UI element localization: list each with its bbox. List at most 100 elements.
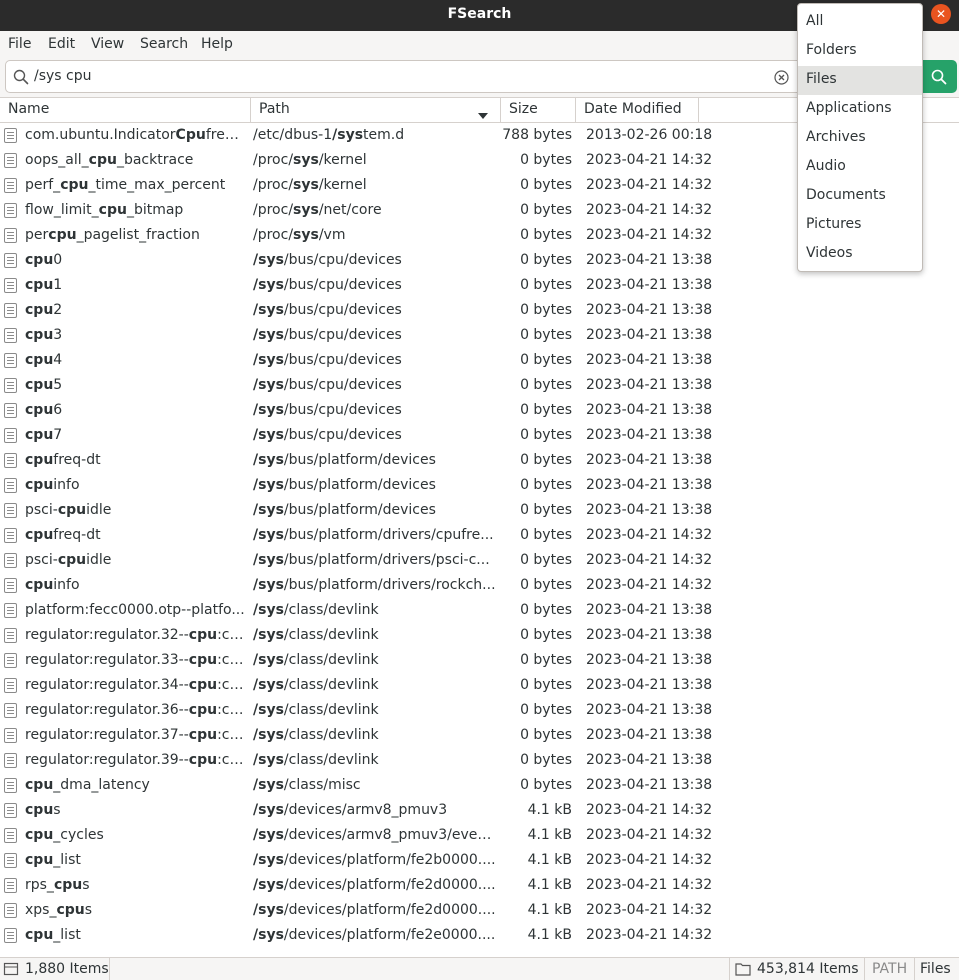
table-row[interactable]: cpu6/sys/bus/cpu/devices 0 bytes 2023-04-2… bbox=[0, 398, 959, 423]
table-row[interactable]: cpu_cycles/sys/devices/armv8_pmuv3/event… bbox=[0, 823, 959, 848]
file-icon bbox=[4, 803, 17, 818]
menu-search[interactable]: Search bbox=[140, 36, 188, 52]
cell-size: 0 bytes bbox=[520, 677, 572, 693]
search-input[interactable]: /sys cpu bbox=[5, 60, 802, 93]
filter-option-audio[interactable]: Audio bbox=[798, 153, 922, 182]
table-row[interactable]: regulator:regulator.34--cpu:cpu0/sys/cla… bbox=[0, 673, 959, 698]
cell-date-modified: 2023-04-21 14:32 bbox=[586, 827, 713, 843]
file-icon bbox=[4, 278, 17, 293]
cell-path: /proc/sys/kernel bbox=[253, 177, 367, 193]
file-icon bbox=[4, 328, 17, 343]
status-separator bbox=[864, 958, 865, 980]
cell-size: 0 bytes bbox=[520, 327, 572, 343]
menu-file[interactable]: File bbox=[8, 36, 31, 52]
table-row[interactable]: cpu3/sys/bus/cpu/devices 0 bytes 2023-04-2… bbox=[0, 323, 959, 348]
cell-name: cpufreq-dt bbox=[25, 527, 101, 543]
filter-option-archives[interactable]: Archives bbox=[798, 124, 922, 153]
cell-name: platform:fecc0000.otp--platfo... bbox=[25, 602, 245, 618]
table-row[interactable]: xps_cpus/sys/devices/platform/fe2d0000..… bbox=[0, 898, 959, 923]
cell-size: 0 bytes bbox=[520, 602, 572, 618]
cell-path: /sys/bus/cpu/devices bbox=[253, 427, 402, 443]
table-row[interactable]: cpu_list/sys/devices/platform/fe2b0000..… bbox=[0, 848, 959, 873]
table-row[interactable]: cpuinfo/sys/bus/platform/devices 0 bytes 2… bbox=[0, 473, 959, 498]
cell-name: oops_all_cpu_backtrace bbox=[25, 152, 194, 168]
cell-name: cpus bbox=[25, 802, 61, 818]
file-icon bbox=[4, 653, 17, 668]
cell-size: 4.1 kB bbox=[527, 852, 572, 868]
filter-option-pictures[interactable]: Pictures bbox=[798, 211, 922, 240]
cell-date-modified: 2023-04-21 13:38 bbox=[586, 452, 713, 468]
cell-path: /etc/dbus-1/system.d bbox=[253, 127, 405, 143]
cell-path: /sys/bus/cpu/devices bbox=[253, 402, 402, 418]
close-window-button[interactable]: ✕ bbox=[931, 4, 951, 24]
table-row[interactable]: platform:fecc0000.otp--platfo... /sys/cla… bbox=[0, 598, 959, 623]
cell-date-modified: 2023-04-21 13:38 bbox=[586, 477, 713, 493]
file-icon bbox=[4, 678, 17, 693]
cell-date-modified: 2023-04-21 13:38 bbox=[586, 352, 713, 368]
table-row[interactable]: cpu_list/sys/devices/platform/fe2e0000..… bbox=[0, 923, 959, 948]
cell-name: regulator:regulator.37--cpu:cpu4 bbox=[25, 727, 245, 743]
file-icon bbox=[4, 303, 17, 318]
table-row[interactable]: cpu7/sys/bus/cpu/devices 0 bytes 2023-04-2… bbox=[0, 423, 959, 448]
cell-name: cpu6 bbox=[25, 402, 63, 418]
column-name[interactable]: Name bbox=[0, 98, 251, 123]
cell-size: 0 bytes bbox=[520, 152, 572, 168]
table-row[interactable]: cpufreq-dt/sys/bus/platform/drivers/cpuf… bbox=[0, 523, 959, 548]
cell-path: /proc/sys/vm bbox=[253, 227, 346, 243]
clear-search-icon[interactable] bbox=[774, 70, 789, 89]
cell-date-modified: 2023-04-21 13:38 bbox=[586, 777, 713, 793]
cell-name: cpu_list bbox=[25, 927, 81, 943]
filter-option-folders[interactable]: Folders bbox=[798, 37, 922, 66]
cell-path: /sys/devices/platform/fe2d0000.... bbox=[253, 877, 496, 893]
table-row[interactable]: cpu4/sys/bus/cpu/devices 0 bytes 2023-04-2… bbox=[0, 348, 959, 373]
search-query[interactable]: /sys cpu bbox=[34, 68, 92, 84]
file-icon bbox=[4, 178, 17, 193]
table-row[interactable]: cpu5/sys/bus/cpu/devices 0 bytes 2023-04-2… bbox=[0, 373, 959, 398]
cell-path: /sys/class/devlink bbox=[253, 602, 379, 618]
cell-date-modified: 2023-04-21 14:32 bbox=[586, 202, 713, 218]
column-date-modified[interactable]: Date Modified bbox=[576, 98, 699, 123]
cell-size: 4.1 kB bbox=[527, 927, 572, 943]
table-row[interactable]: psci-cpuidle/sys/bus/platform/drivers/ps… bbox=[0, 548, 959, 573]
cell-path: /sys/class/devlink bbox=[253, 702, 379, 718]
file-icon bbox=[4, 628, 17, 643]
column-size[interactable]: Size bbox=[501, 98, 576, 123]
menu-edit[interactable]: Edit bbox=[48, 36, 75, 52]
table-row[interactable]: cpus/sys/devices/armv8_pmuv3 4.1 kB 2023-0… bbox=[0, 798, 959, 823]
cell-size: 0 bytes bbox=[520, 702, 572, 718]
cell-path: /sys/bus/cpu/devices bbox=[253, 252, 402, 268]
cell-path: /sys/class/devlink bbox=[253, 752, 379, 768]
filter-option-files[interactable]: Files bbox=[798, 66, 922, 95]
status-separator bbox=[729, 958, 730, 980]
table-row[interactable]: cpuinfo/sys/bus/platform/drivers/rockch.… bbox=[0, 573, 959, 598]
cell-date-modified: 2023-04-21 13:38 bbox=[586, 377, 713, 393]
column-path[interactable]: Path bbox=[251, 98, 501, 123]
filter-option-documents[interactable]: Documents bbox=[798, 182, 922, 211]
table-row[interactable]: rps_cpus/sys/devices/platform/fe2d0000..… bbox=[0, 873, 959, 898]
cell-date-modified: 2023-04-21 14:32 bbox=[586, 877, 713, 893]
cell-date-modified: 2023-04-21 13:38 bbox=[586, 677, 713, 693]
cell-name: cpu0 bbox=[25, 252, 63, 268]
table-row[interactable]: cpu1/sys/bus/cpu/devices 0 bytes 2023-04-2… bbox=[0, 273, 959, 298]
table-row[interactable]: psci-cpuidle/sys/bus/platform/devices 0 b… bbox=[0, 498, 959, 523]
filter-option-applications[interactable]: Applications bbox=[798, 95, 922, 124]
status-separator bbox=[914, 958, 915, 980]
table-row[interactable]: regulator:regulator.37--cpu:cpu4/sys/cla… bbox=[0, 723, 959, 748]
table-row[interactable]: regulator:regulator.39--cpu:cpu0/sys/cla… bbox=[0, 748, 959, 773]
cell-date-modified: 2023-04-21 14:32 bbox=[586, 902, 713, 918]
cell-name: rps_cpus bbox=[25, 877, 90, 893]
table-row[interactable]: regulator:regulator.36--cpu:cpu6/sys/cla… bbox=[0, 698, 959, 723]
table-row[interactable]: regulator:regulator.33--cpu:cpu4/sys/cla… bbox=[0, 648, 959, 673]
menu-help[interactable]: Help bbox=[201, 36, 233, 52]
table-row[interactable]: cpufreq-dt/sys/bus/platform/devices 0 byt… bbox=[0, 448, 959, 473]
table-row[interactable]: cpu2/sys/bus/cpu/devices 0 bytes 2023-04-2… bbox=[0, 298, 959, 323]
filter-option-all[interactable]: All bbox=[798, 8, 922, 37]
search-mode-label: PATH bbox=[872, 961, 908, 977]
menu-view[interactable]: View bbox=[91, 36, 124, 52]
table-row[interactable]: cpu_dma_latency/sys/class/misc 0 bytes 202… bbox=[0, 773, 959, 798]
cell-path: /sys/bus/cpu/devices bbox=[253, 327, 402, 343]
cell-date-modified: 2023-04-21 13:38 bbox=[586, 652, 713, 668]
table-row[interactable]: regulator:regulator.32--cpu:cpu6/sys/cla… bbox=[0, 623, 959, 648]
search-button[interactable] bbox=[921, 60, 957, 93]
filter-option-videos[interactable]: Videos bbox=[798, 240, 922, 269]
